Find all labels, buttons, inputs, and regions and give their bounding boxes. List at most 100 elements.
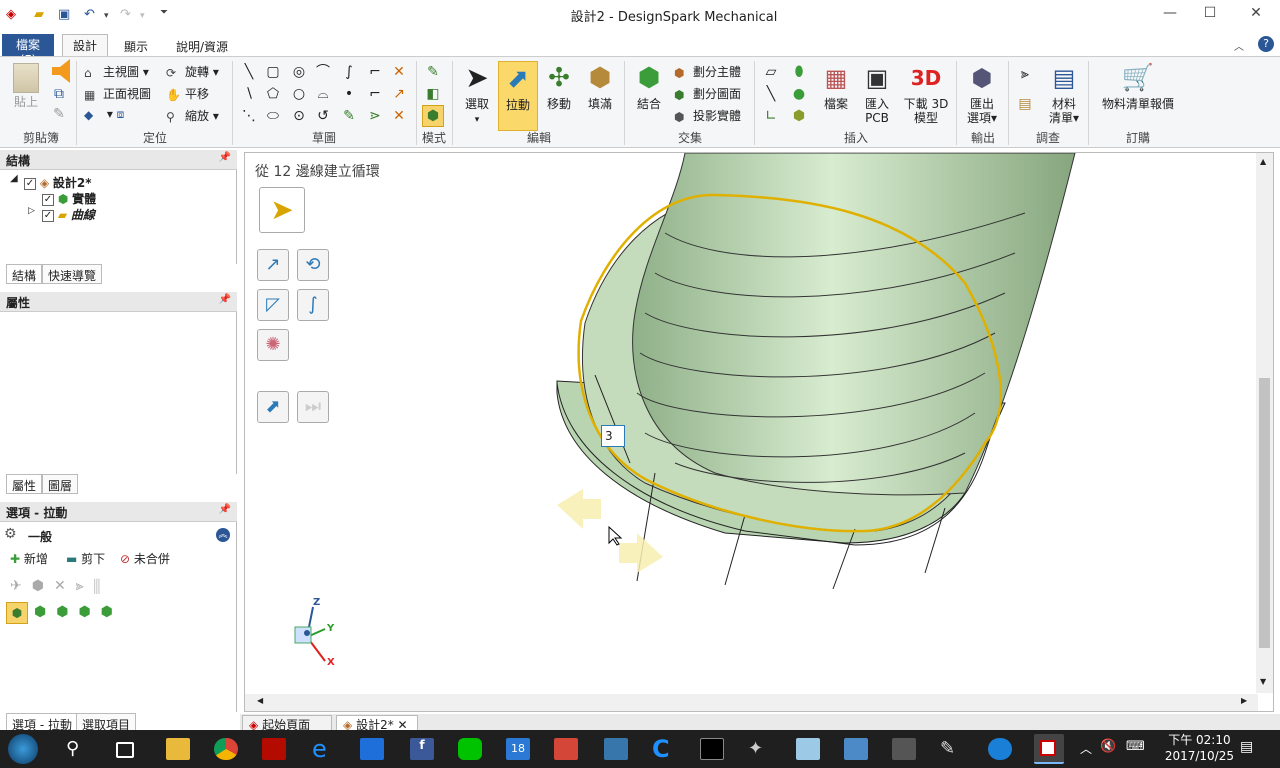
split-face-button[interactable]: ⬢ 劃分圖面 — [674, 85, 741, 102]
sketch-mode-icon[interactable]: ✎ — [424, 63, 442, 81]
pin-icon[interactable]: 📌 — [219, 152, 231, 163]
plane-icon[interactable]: ▱ — [762, 63, 780, 81]
paint-icon[interactable]: ✎ — [940, 738, 964, 760]
tab-design[interactable]: 設計 — [62, 34, 108, 56]
scroll-left-icon[interactable]: ◀ — [257, 696, 263, 705]
fill-button[interactable]: ⬢ 填滿 — [582, 61, 618, 111]
search-icon[interactable]: ⚲ — [66, 738, 90, 760]
collapse-section-icon[interactable]: ︽ — [216, 528, 230, 542]
tree-item-solid[interactable]: ✓ ⬢ 實體 — [42, 190, 96, 207]
split-curve-icon[interactable]: ✕ — [390, 107, 408, 125]
help-icon[interactable]: ? — [1258, 36, 1274, 52]
visibility-checkbox[interactable]: ✓ — [24, 177, 36, 190]
import-pcb-button[interactable]: ▣ 匯入 PCB — [858, 61, 896, 125]
tab-structure[interactable]: 結構 — [6, 264, 43, 284]
file-explorer-icon[interactable] — [166, 738, 190, 760]
teamviewer-icon[interactable] — [988, 738, 1012, 760]
rectangle-tool-icon[interactable]: ▢ — [264, 63, 282, 81]
offset-tool-icon[interactable]: ⌐ — [366, 85, 384, 103]
gmail-icon[interactable] — [554, 738, 578, 760]
extend-tool-icon[interactable]: ↗ — [390, 85, 408, 103]
maximize-button[interactable]: ☐ — [1200, 5, 1220, 25]
combine-button[interactable]: ⬢ 結合 — [630, 61, 668, 111]
facebook-icon[interactable]: f — [410, 738, 434, 760]
calendar-icon[interactable]: 18 — [506, 738, 530, 760]
section-mode-icon[interactable]: ◧ — [424, 85, 442, 103]
trim-tool-icon[interactable]: ✕ — [390, 63, 408, 81]
pull-options-row-2[interactable]: ⬢⬢⬢⬢ — [34, 604, 123, 620]
front-view-button[interactable]: ▦ 正面視圖 — [84, 85, 151, 102]
split-body-button[interactable]: ⬢ 劃分主體 — [674, 63, 741, 80]
ie-icon[interactable]: e — [312, 737, 336, 761]
sphere-icon[interactable]: ● — [790, 85, 808, 103]
tab-file[interactable]: 檔案(F) — [2, 34, 54, 67]
tab-quick-nav[interactable]: 快速導覽 — [42, 264, 103, 284]
terminal-icon[interactable] — [700, 738, 724, 760]
system-clock[interactable]: 下午 02:10 2017/10/25 — [1165, 732, 1234, 764]
model-canvas[interactable] — [245, 153, 1258, 696]
puzzle-icon[interactable]: ✦ — [748, 738, 772, 760]
tab-display[interactable]: 顯示 — [116, 36, 156, 56]
bom-button[interactable]: ▤ 材料 清單▾ — [1044, 61, 1084, 125]
add-option[interactable]: ✚ 新增 — [10, 550, 48, 567]
scroll-down-icon[interactable]: ▼ — [1260, 677, 1266, 686]
project-sketch-icon[interactable]: ✎ — [340, 107, 358, 125]
tab-help[interactable]: 說明/資源 — [168, 36, 236, 56]
three-point-arc-icon[interactable]: ↺ — [314, 107, 332, 125]
edge-count-input[interactable]: 3 — [601, 425, 625, 447]
pull-options-row-1[interactable]: ✈⬢✕⫸⫼ — [10, 578, 110, 594]
pin-icon[interactable]: 📌 — [219, 504, 231, 515]
cortana-app-icon[interactable]: C — [652, 737, 676, 761]
tree-root[interactable]: ✓ ◈ 設計2* — [24, 174, 92, 191]
format-painter-icon[interactable]: ✎ — [50, 105, 68, 123]
home-view-button[interactable]: ⌂ 主視圖 ▾ — [84, 63, 149, 80]
point-tool-icon[interactable]: • — [340, 85, 358, 103]
circle-center-icon[interactable]: ⊙ — [290, 107, 308, 125]
expand-arrow-icon[interactable]: ◢ — [10, 173, 18, 184]
collapse-arrow-icon[interactable]: ▷ — [28, 206, 35, 216]
fillet-tool-icon[interactable]: ⌐ — [366, 63, 384, 81]
horizontal-scrollbar[interactable]: ◀ ▶ — [245, 694, 1258, 711]
tangent-line-icon[interactable]: ∖ — [240, 85, 258, 103]
scroll-thumb[interactable] — [1259, 378, 1270, 648]
bend-tool-icon[interactable]: ⋗ — [366, 107, 384, 125]
tray-arrow-icon[interactable]: ︿ — [1080, 740, 1092, 757]
export-options-button[interactable]: ⬢ 匯出 選項▾ — [962, 61, 1002, 125]
project-button[interactable]: ⬢ 投影實體 — [674, 107, 741, 124]
insert-file-button[interactable]: ▦ 檔案 — [818, 61, 854, 111]
close-button[interactable]: ✕ — [1246, 5, 1266, 25]
cut-option[interactable]: ▬ 剪下 — [66, 550, 105, 567]
measure-icon[interactable]: ⫸ — [1016, 65, 1034, 83]
volume-muted-icon[interactable]: 🔇 — [1100, 739, 1116, 754]
pull-button[interactable]: ⬈ 拉動 — [498, 61, 538, 131]
vertical-scrollbar[interactable]: ▲ ▼ — [1256, 153, 1273, 693]
acrobat-icon[interactable] — [262, 738, 286, 760]
rotate-button[interactable]: ⟳ 旋轉 ▾ — [166, 63, 219, 80]
select-button[interactable]: ➤ 選取 ▾ — [458, 61, 496, 127]
download-3d-button[interactable]: 3D 下載 3D 模型 — [900, 61, 952, 125]
pin-icon[interactable]: 📌 — [219, 294, 231, 305]
3d-mode-icon[interactable]: ⬢ — [422, 105, 444, 127]
no-merge-option[interactable]: ⊘ 未合併 — [120, 550, 170, 567]
circle-tool-icon[interactable]: ◎ — [290, 63, 308, 81]
ellipse-tool-icon[interactable]: ⬭ — [264, 107, 282, 125]
chrome-icon[interactable] — [214, 738, 238, 760]
pan-button[interactable]: ✋ 平移 — [166, 85, 209, 102]
view-cube-button[interactable]: ◆ ▾ ⧈ — [84, 107, 124, 122]
visibility-checkbox[interactable]: ✓ — [42, 193, 54, 206]
cylinder-icon[interactable]: ⬮ — [790, 63, 808, 81]
zoom-button[interactable]: ⚲ 縮放 ▾ — [166, 107, 219, 124]
minimize-button[interactable]: — — [1160, 5, 1180, 25]
construction-line-icon[interactable]: ⋱ — [240, 107, 258, 125]
sweep-arc-icon[interactable]: ⌓ — [314, 85, 332, 103]
python-icon[interactable] — [604, 738, 628, 760]
shell-icon[interactable]: ⬢ — [790, 107, 808, 125]
axis-icon[interactable]: ╲ — [762, 85, 780, 103]
pull-option-active-icon[interactable]: ⬢ — [6, 602, 28, 624]
paste-button[interactable]: 貼上 — [8, 61, 44, 109]
bom-quote-button[interactable]: 🛒 物料清單報價 — [1096, 61, 1180, 111]
copy-icon[interactable]: ⧉ — [50, 85, 68, 103]
start-button[interactable] — [8, 734, 38, 764]
polygon-tool-icon[interactable]: ⬠ — [264, 85, 282, 103]
keyboard-icon[interactable]: ⌨ — [1126, 739, 1145, 754]
